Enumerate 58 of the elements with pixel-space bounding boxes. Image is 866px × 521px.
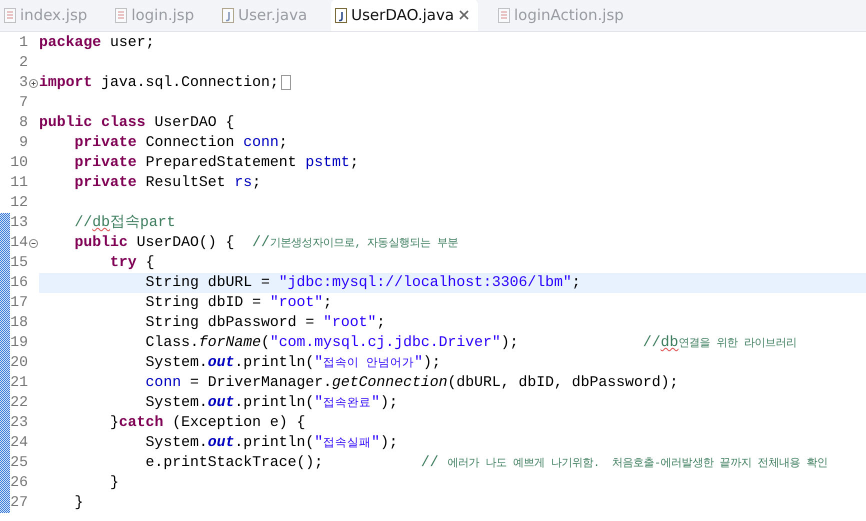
line-number: 25 <box>10 454 28 473</box>
code-line: try { <box>109 254 156 273</box>
code-line: private PreparedStatement pstmt; <box>74 154 360 173</box>
close-icon <box>458 9 470 21</box>
code-line: Class.forName("com.mysql.cj.jdbc.Driver"); //db연결을 위한 라이브러리 <box>144 334 798 353</box>
code-line: } <box>74 494 84 513</box>
code-line: conn = DriverManager.getConnection(dbURL, dbID, dbPassword); <box>144 374 680 393</box>
line-number: 18 <box>10 314 28 333</box>
line-number: 19 <box>10 334 28 353</box>
line-number: 22 <box>10 394 28 413</box>
line-number: 13 <box>10 214 28 233</box>
code-line: String dbPassword = "root"; <box>144 314 386 333</box>
code-line: e.printStackTrace(); // 에러가 나도 예쁘게 나기위함. 처음호출-에러발생한 끝까지 전체내용 확인 <box>144 454 828 473</box>
code-line: //db접속part <box>74 214 177 233</box>
line-number: 8 <box>18 114 28 133</box>
file-icon <box>115 8 128 22</box>
line-number: 21 <box>10 374 28 393</box>
folded-code-marker[interactable] <box>280 74 291 90</box>
file-icon <box>4 8 16 22</box>
line-number: 11 <box>10 174 28 193</box>
line-number: 2 <box>18 54 28 73</box>
editor-tab[interactable]: User.java <box>218 0 316 31</box>
code-line: System.out.println("접속이 안넘어가"); <box>144 354 442 373</box>
java-file-icon <box>222 8 234 22</box>
line-number: 14 <box>10 234 28 253</box>
line-number: 7 <box>18 94 28 113</box>
code-line: private ResultSet rs; <box>74 174 262 193</box>
line-number: 26 <box>10 474 28 493</box>
code-line: System.out.println("접속완료"); <box>144 394 399 413</box>
editor-tab[interactable]: index.jsp <box>0 0 96 31</box>
editor-tab[interactable]: UserDAO.java <box>331 0 478 31</box>
collapse-icon[interactable] <box>29 238 38 248</box>
code-line: System.out.println("접속실패"); <box>144 434 399 453</box>
line-number: 15 <box>10 254 28 273</box>
line-number: 24 <box>10 434 28 453</box>
editor-tab[interactable]: login.jsp <box>111 0 202 31</box>
line-number: 17 <box>10 294 28 313</box>
code-line: private Connection conn; <box>74 134 289 153</box>
code-line: public class UserDAO { <box>39 114 236 133</box>
line-number: 10 <box>10 154 28 173</box>
line-number: 1 <box>18 34 28 53</box>
java-file-icon <box>335 8 348 22</box>
line-number: 9 <box>18 134 28 153</box>
code-line: } <box>109 474 120 493</box>
code-line: import java.sql.Connection; <box>39 75 279 91</box>
code-line: public UserDAO() { //기본생성자이므로, 자동실행되는 부분 <box>74 234 460 253</box>
code-line: package user; <box>39 34 156 53</box>
line-number: 12 <box>10 194 28 213</box>
editor-tab[interactable]: loginAction.jsp <box>494 0 632 31</box>
line-number: 23 <box>10 414 28 433</box>
code-line: String dbID = "root"; <box>144 294 334 313</box>
expand-icon[interactable] <box>29 78 38 88</box>
line-number: 20 <box>10 354 28 373</box>
line-number: 3 <box>18 74 28 93</box>
code-line: }catch (Exception e) { <box>109 414 306 433</box>
line-number: 16 <box>10 274 28 293</box>
line-number: 27 <box>10 494 28 513</box>
file-icon <box>498 8 510 22</box>
